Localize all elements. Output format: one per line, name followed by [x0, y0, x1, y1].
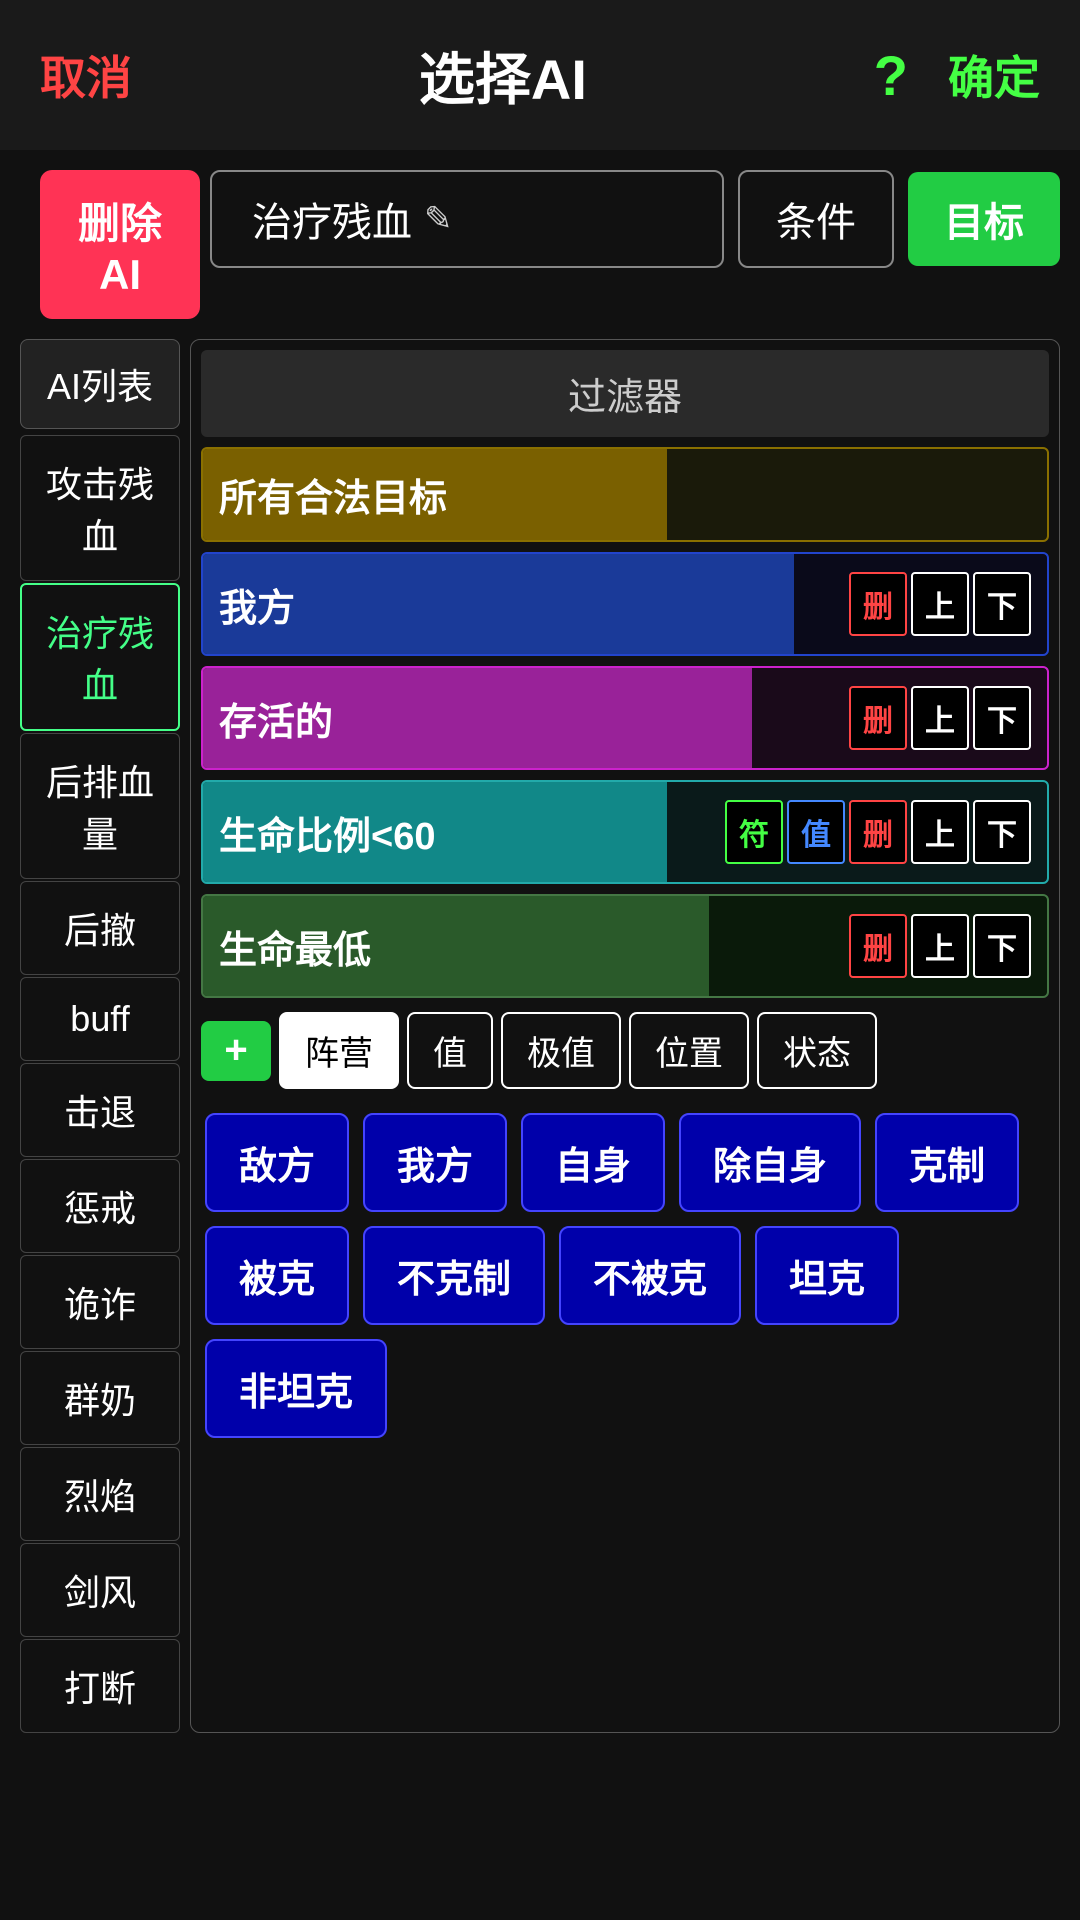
confirm-button[interactable]: 确定 — [948, 42, 1040, 108]
camp-btn-counter[interactable]: 克制 — [875, 1113, 1019, 1212]
camp-btn-ally[interactable]: 我方 — [363, 1113, 507, 1212]
filter-alive-actions: 删 上 下 — [849, 686, 1031, 750]
filter-hp-ratio-down-btn[interactable]: 下 — [973, 800, 1031, 864]
page-title: 选择AI — [419, 35, 587, 116]
filter-hp-lowest-down-btn[interactable]: 下 — [973, 914, 1031, 978]
filter-hp-ratio-del-btn[interactable]: 删 — [849, 800, 907, 864]
filter-hp-ratio-sym-btn[interactable]: 符 — [725, 800, 783, 864]
camp-btn-not-countered[interactable]: 不被克 — [559, 1226, 741, 1325]
sidebar-item-heal-hp[interactable]: 治疗残血 — [20, 583, 180, 731]
filter-hp-lowest-up-btn[interactable]: 上 — [911, 914, 969, 978]
tab-status[interactable]: 状态 — [757, 1012, 877, 1089]
tab-extreme[interactable]: 极值 — [501, 1012, 621, 1089]
filter-row-alive[interactable]: 存活的 删 上 下 — [201, 666, 1049, 770]
filter-hp-ratio-val-btn[interactable]: 值 — [787, 800, 845, 864]
camp-buttons: 敌方 我方 自身 除自身 克制 被克 不克制 不被克 坦克 非坦克 — [201, 1103, 1049, 1448]
bottom-tabs: + 阵营 值 极值 位置 状态 — [201, 1008, 1049, 1093]
filter-ally-actions: 删 上 下 — [849, 572, 1031, 636]
sidebar-item-punish[interactable]: 惩戒 — [20, 1159, 180, 1253]
sidebar-header: AI列表 — [20, 339, 180, 429]
filter-row-all-targets[interactable]: 所有合法目标 — [201, 447, 1049, 542]
filter-hp-lowest-del-btn[interactable]: 删 — [849, 914, 907, 978]
delete-ai-button[interactable]: 删除AI — [40, 170, 200, 319]
filter-hp-ratio-up-btn[interactable]: 上 — [911, 800, 969, 864]
add-filter-button[interactable]: + — [201, 1021, 271, 1081]
sidebar-item-trick[interactable]: 诡诈 — [20, 1255, 180, 1349]
sidebar-item-buff[interactable]: buff — [20, 977, 180, 1061]
sidebar-item-group-heal[interactable]: 群奶 — [20, 1351, 180, 1445]
filter-hp-lowest-actions: 删 上 下 — [849, 914, 1031, 978]
header-right: ? 确定 — [874, 42, 1040, 108]
sidebar-item-attack-hp[interactable]: 攻击残血 — [20, 435, 180, 581]
camp-btn-except-self[interactable]: 除自身 — [679, 1113, 861, 1212]
cancel-button[interactable]: 取消 — [40, 42, 132, 108]
filter-alive-up-btn[interactable]: 上 — [911, 686, 969, 750]
filter-row-ally[interactable]: 我方 删 上 下 — [201, 552, 1049, 656]
filter-alive-label: 存活的 — [219, 691, 333, 746]
camp-btn-not-tank[interactable]: 非坦克 — [205, 1339, 387, 1438]
camp-btn-countered[interactable]: 被克 — [205, 1226, 349, 1325]
filter-hp-ratio-label: 生命比例<60 — [219, 805, 719, 860]
camp-btn-tank[interactable]: 坦克 — [755, 1226, 899, 1325]
action-main-tab[interactable]: 治疗残血 ✎ — [210, 170, 724, 268]
sidebar-item-knockback[interactable]: 击退 — [20, 1063, 180, 1157]
filter-row-hp-lowest[interactable]: 生命最低 删 上 下 — [201, 894, 1049, 998]
main-layout: AI列表 攻击残血 治疗残血 后排血量 后撤 buff 击退 惩戒 诡诈 群奶 … — [0, 339, 1080, 1753]
filter-ally-down-btn[interactable]: 下 — [973, 572, 1031, 636]
sidebar-item-retreat[interactable]: 后撤 — [20, 881, 180, 975]
sidebar-item-interrupt[interactable]: 打断 — [20, 1639, 180, 1733]
filter-ally-del-btn[interactable]: 删 — [849, 572, 907, 636]
header: 取消 选择AI ? 确定 — [0, 0, 1080, 150]
filter-all-targets-label: 所有合法目标 — [219, 467, 447, 522]
filter-row-hp-ratio[interactable]: 生命比例<60 符 值 删 上 下 — [201, 780, 1049, 884]
sidebar-item-backrow-hp[interactable]: 后排血量 — [20, 733, 180, 879]
filter-alive-del-btn[interactable]: 删 — [849, 686, 907, 750]
camp-btn-self[interactable]: 自身 — [521, 1113, 665, 1212]
tab-camp[interactable]: 阵营 — [279, 1012, 399, 1089]
sidebar-item-blaze[interactable]: 烈焰 — [20, 1447, 180, 1541]
filter-alive-down-btn[interactable]: 下 — [973, 686, 1031, 750]
filter-hp-lowest-label: 生命最低 — [219, 919, 371, 974]
filter-ally-label: 我方 — [219, 577, 295, 632]
condition-tab[interactable]: 条件 — [738, 170, 894, 268]
help-button[interactable]: ? — [874, 43, 908, 108]
sidebar-item-sword-wind[interactable]: 剑风 — [20, 1543, 180, 1637]
tab-value[interactable]: 值 — [407, 1012, 493, 1089]
action-main-label: 治疗残血 — [252, 190, 412, 248]
camp-btn-enemy[interactable]: 敌方 — [205, 1113, 349, 1212]
edit-icon: ✎ — [424, 199, 453, 239]
sidebar: AI列表 攻击残血 治疗残血 后排血量 后撤 buff 击退 惩戒 诡诈 群奶 … — [20, 339, 180, 1733]
filter-hp-ratio-actions: 符 值 删 上 下 — [725, 800, 1031, 864]
filter-ally-up-btn[interactable]: 上 — [911, 572, 969, 636]
content-panel: 过滤器 所有合法目标 我方 删 上 下 存活的 — [190, 339, 1060, 1733]
tab-position[interactable]: 位置 — [629, 1012, 749, 1089]
filter-header: 过滤器 — [201, 350, 1049, 437]
target-tab[interactable]: 目标 — [908, 172, 1060, 266]
camp-btn-no-counter[interactable]: 不克制 — [363, 1226, 545, 1325]
